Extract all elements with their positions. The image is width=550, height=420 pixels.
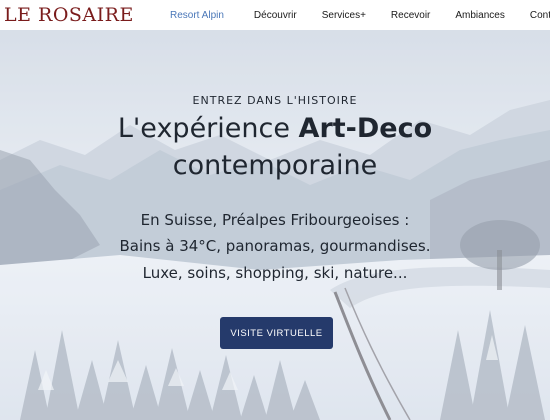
nav-item-resort-alpin[interactable]: Resort Alpin	[170, 10, 224, 21]
hero-subtitle-line2: Bains à 34°C, panoramas, gourmandises.	[119, 237, 431, 255]
hero-subtitle-line1: En Suisse, Préalpes Fribourgeoises :	[140, 211, 410, 229]
hero-section: ENTREZ DANS L'HISTOIRE L'expérience Art-…	[0, 30, 550, 420]
nav-item-ambiances[interactable]: Ambiances	[455, 10, 504, 21]
brand-logo[interactable]: LE ROSAIRE	[4, 4, 134, 26]
hero-headline-bold: Art-Deco	[298, 113, 433, 144]
hero-headline-line1: L'expérience Art-Deco	[0, 112, 550, 146]
virtual-tour-button[interactable]: VISITE VIRTUELLE	[220, 317, 333, 349]
hero-headline-line2: contemporaine	[172, 150, 378, 181]
hero-subtitle-line3: Luxe, soins, shopping, ski, nature...	[142, 264, 408, 282]
nav-item-services[interactable]: Services+	[322, 10, 366, 21]
nav-item-decouvrir[interactable]: Découvrir	[254, 10, 297, 21]
top-navigation: LE ROSAIRE Resort Alpin Découvrir Servic…	[0, 0, 550, 30]
hero-headline-prefix: L'expérience	[117, 113, 299, 144]
nav-item-contact[interactable]: Contact	[530, 10, 550, 21]
hero-eyebrow: ENTREZ DANS L'HISTOIRE	[192, 94, 358, 107]
nav-item-recevoir[interactable]: Recevoir	[391, 10, 430, 21]
nav-menu: Resort Alpin Découvrir Services+ Recevoi…	[158, 0, 550, 30]
